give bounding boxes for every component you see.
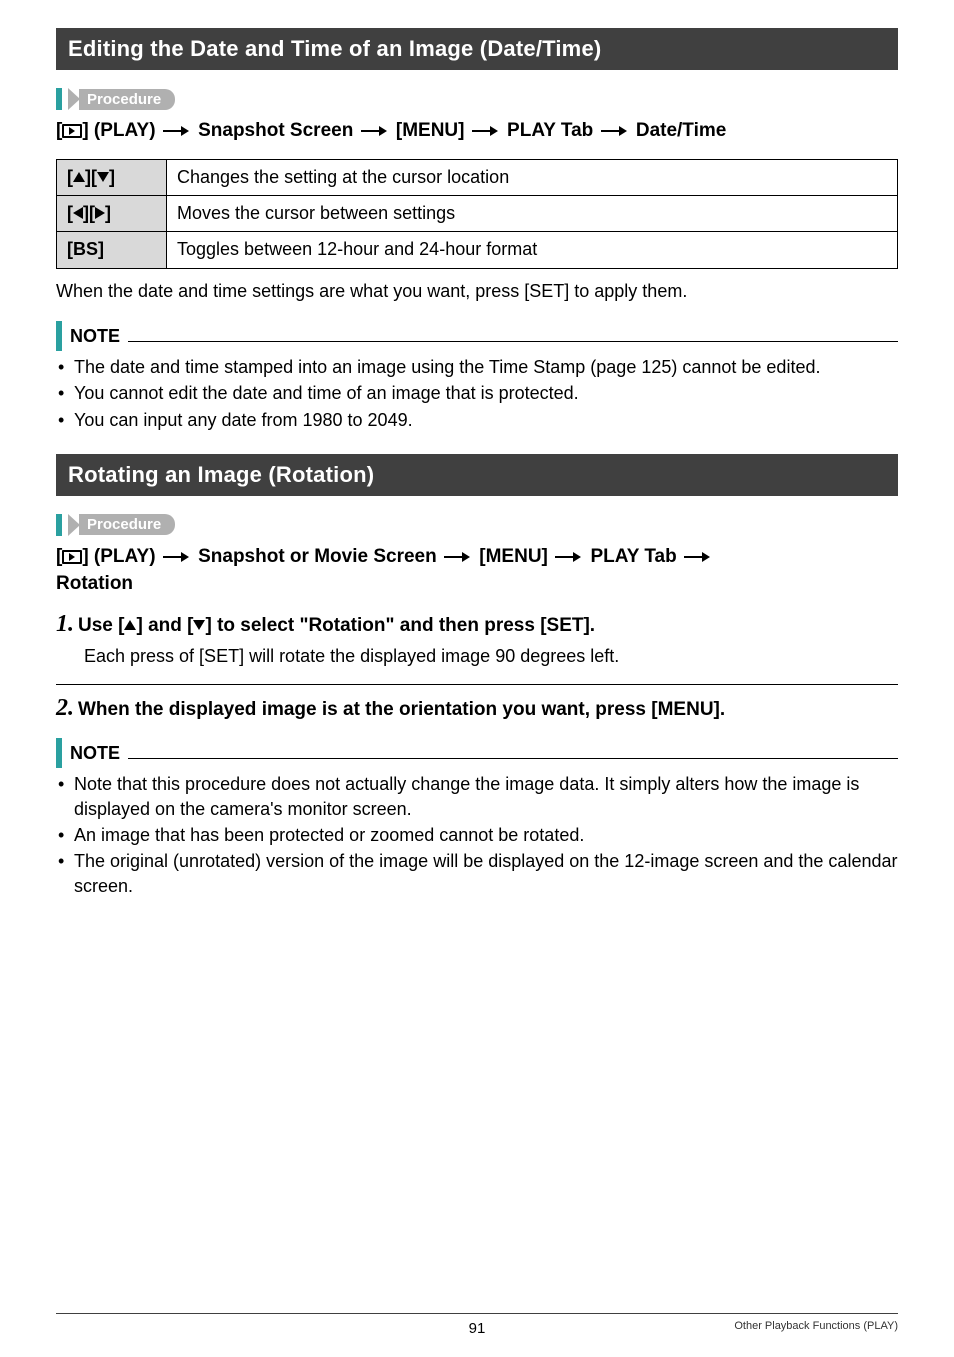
bc-p3: [MENU]	[396, 120, 465, 141]
list-item: The date and time stamped into an image …	[56, 355, 898, 379]
footer-text: Other Playback Functions (PLAY)	[734, 1320, 898, 1332]
note-divider-line	[128, 341, 898, 342]
settings-table: [][] Changes the setting at the cursor l…	[56, 159, 898, 269]
procedure-label-row-1: Procedure	[56, 88, 898, 110]
step-number: 1.	[56, 611, 74, 638]
bc2-p3: [MENU]	[479, 546, 548, 567]
play-icon	[62, 550, 82, 564]
bracket: ][	[85, 167, 97, 187]
bc2-p4: PLAY Tab	[590, 546, 676, 567]
note-label: NOTE	[70, 743, 120, 764]
note-divider-line	[128, 758, 898, 759]
play-icon	[62, 124, 82, 138]
note-header-1: NOTE	[56, 321, 898, 351]
list-item: An image that has been protected or zoom…	[56, 823, 898, 847]
bc-p4: PLAY Tab	[507, 120, 593, 141]
note-list-2: Note that this procedure does not actual…	[56, 772, 898, 897]
note-accent-bar	[56, 321, 62, 351]
list-item: You can input any date from 1980 to 2049…	[56, 408, 898, 432]
step-2: 2. When the displayed image is at the or…	[56, 695, 898, 722]
arrow-icon	[444, 552, 472, 562]
bracket: ]	[109, 167, 115, 187]
key-cell-updown: [][]	[57, 159, 167, 195]
bc2-p1: ] (PLAY)	[82, 546, 155, 567]
after-table-text: When the date and time settings are what…	[56, 279, 898, 303]
table-row: [][] Changes the setting at the cursor l…	[57, 159, 898, 195]
procedure-label: Procedure	[79, 514, 175, 535]
procedure-label-row-2: Procedure	[56, 514, 898, 536]
note-label: NOTE	[70, 326, 120, 347]
procedure-accent-bar	[56, 88, 62, 110]
step1-b: ] and [	[136, 615, 193, 636]
procedure-accent-bar	[56, 514, 62, 536]
step-number: 2.	[56, 695, 74, 722]
triangle-right-icon	[95, 207, 105, 219]
desc-cell: Toggles between 12-hour and 24-hour form…	[167, 232, 898, 268]
note-header-2: NOTE	[56, 738, 898, 768]
bc2-p5: Rotation	[56, 573, 133, 594]
bc2-p2: Snapshot or Movie Screen	[198, 546, 437, 567]
bc-p1: ] (PLAY)	[82, 120, 155, 141]
bc-p2: Snapshot Screen	[198, 120, 353, 141]
key-cell-leftright: [][]	[57, 195, 167, 231]
breadcrumb-rotation: [] (PLAY) Snapshot or Movie Screen [MENU…	[56, 544, 898, 597]
section-heading-rotation: Rotating an Image (Rotation)	[56, 454, 898, 496]
page-number: 91	[469, 1320, 486, 1337]
table-row: [BS] Toggles between 12-hour and 24-hour…	[57, 232, 898, 268]
step-1: 1. Use [ ] and [ ] to select "Rotation" an…	[56, 611, 898, 668]
triangle-up-icon	[124, 620, 136, 630]
procedure-label: Procedure	[79, 89, 175, 110]
arrow-icon	[361, 126, 389, 136]
desc-cell: Changes the setting at the cursor locati…	[167, 159, 898, 195]
list-item: Note that this procedure does not actual…	[56, 772, 898, 821]
step-title: Use [ ] and [ ] to select "Rotation" and t…	[78, 615, 595, 637]
arrow-icon	[163, 126, 191, 136]
page-footer: 91 Other Playback Functions (PLAY)	[56, 1313, 898, 1337]
step-divider	[56, 684, 898, 685]
triangle-down-icon	[193, 620, 205, 630]
list-item: The original (unrotated) version of the …	[56, 849, 898, 898]
arrow-icon	[163, 552, 191, 562]
table-row: [][] Moves the cursor between settings	[57, 195, 898, 231]
triangle-down-icon	[97, 172, 109, 182]
breadcrumb-datetime: [] (PLAY) Snapshot Screen [MENU] PLAY Ta…	[56, 118, 898, 145]
bc-p5: Date/Time	[636, 120, 726, 141]
triangle-up-icon	[73, 172, 85, 182]
step-description: Each press of [SET] will rotate the disp…	[84, 644, 898, 668]
note-accent-bar	[56, 738, 62, 768]
arrow-icon	[472, 126, 500, 136]
arrow-icon	[555, 552, 583, 562]
list-item: You cannot edit the date and time of an …	[56, 381, 898, 405]
step1-c: ] to select "Rotation" and then press [S…	[205, 615, 595, 636]
key-cell-bs: [BS]	[57, 232, 167, 268]
arrow-icon	[684, 552, 712, 562]
step1-a: Use [	[78, 615, 124, 636]
note-list-1: The date and time stamped into an image …	[56, 355, 898, 432]
bracket: ]	[105, 203, 111, 223]
arrow-icon	[601, 126, 629, 136]
triangle-left-icon	[73, 207, 83, 219]
section-heading-datetime: Editing the Date and Time of an Image (D…	[56, 28, 898, 70]
step-title: When the displayed image is at the orien…	[78, 699, 725, 721]
desc-cell: Moves the cursor between settings	[167, 195, 898, 231]
bracket: ][	[83, 203, 95, 223]
